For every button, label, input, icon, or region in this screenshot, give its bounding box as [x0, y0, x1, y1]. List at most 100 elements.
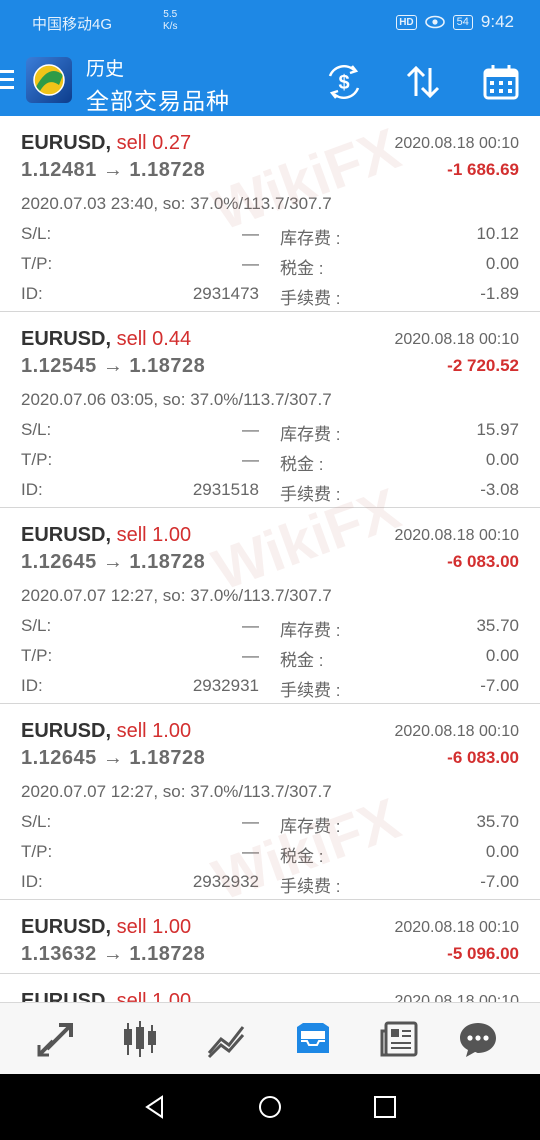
sl-label: S/L:: [21, 224, 52, 243]
swap-label: 库存费 :: [280, 229, 341, 248]
commission-label: 手续费 :: [280, 485, 341, 504]
trade-side: sell 0.44: [116, 328, 192, 350]
commission-value: -1.89: [480, 284, 519, 303]
trade-profit: -6 083.00: [447, 552, 519, 571]
hd-badge: HD: [396, 14, 417, 30]
tp-label: T/P:: [21, 254, 53, 273]
menu-icon[interactable]: [0, 70, 14, 94]
trade-item[interactable]: EURUSD, sell 1.00 1.12645 → 1.18728 2020…: [0, 704, 540, 900]
home-icon[interactable]: [257, 1094, 283, 1120]
trade-side: sell 1.00: [116, 916, 192, 938]
swap-value: 10.12: [476, 224, 519, 243]
trade-close-time: 2020.08.18 00:10: [394, 135, 519, 152]
sl-label: S/L:: [21, 616, 52, 635]
tax-label: 税金 :: [280, 455, 324, 474]
trade-symbol: EURUSD,: [21, 132, 112, 154]
trade-symbol: EURUSD,: [21, 720, 112, 742]
commission-value: -3.08: [480, 480, 519, 499]
swap-label: 库存费 :: [280, 817, 341, 836]
tp-label: T/P:: [21, 646, 53, 665]
commission-value: -7.00: [480, 676, 519, 695]
trade-item[interactable]: EURUSD, sell 1.00 1.12645 → 1.18728 2020…: [0, 508, 540, 704]
tax-label: 税金 :: [280, 259, 324, 278]
id-value: 2932931: [192, 676, 259, 695]
trade-row-tp: T/P: — 税金 : 0.00: [21, 646, 519, 670]
status-icons: HD 54 9:42: [396, 12, 514, 32]
trade-prices: 1.13632 → 1.18728: [21, 943, 206, 965]
trade-prices: 1.12645 → 1.18728: [21, 551, 206, 573]
calendar-icon[interactable]: [481, 62, 521, 102]
commission-value: -7.00: [480, 872, 519, 891]
sort-icon[interactable]: [403, 62, 443, 102]
bottom-navigation: [0, 1002, 540, 1075]
id-value: 2931518: [192, 480, 259, 499]
net-speed-value: 5.5: [163, 9, 178, 20]
chat-icon[interactable]: [458, 1019, 498, 1059]
trade-item[interactable]: EURUSD, sell 1.00 1.13632 → 1.18728 2020…: [0, 900, 540, 974]
sl-value: —: [242, 616, 259, 635]
trade-prices: 1.12545 → 1.18728: [21, 355, 206, 377]
swap-value: 35.70: [476, 616, 519, 635]
trade-symbol-line: EURUSD, sell 1.00: [21, 720, 191, 743]
trade-open-info: 2020.07.03 23:40, so: 37.0%/113.7/307.7: [21, 194, 332, 213]
trade-side: sell 0.27: [116, 132, 192, 154]
trade-history-list[interactable]: EURUSD, sell 0.27 1.12481 → 1.18728 2020…: [0, 116, 540, 1002]
swap-label: 库存费 :: [280, 621, 341, 640]
trade-prices: 1.12645 → 1.18728: [21, 747, 206, 769]
trade-row-tp: T/P: — 税金 : 0.00: [21, 450, 519, 474]
id-label: ID:: [21, 284, 43, 303]
trade-icon[interactable]: [35, 1019, 75, 1059]
net-speed-unit: K/s: [163, 21, 178, 32]
trade-prices: 1.12481 → 1.18728: [21, 159, 206, 181]
tax-value: 0.00: [485, 450, 519, 469]
trade-symbol-line: EURUSD, sell 1.00: [21, 524, 191, 547]
eye-icon: [424, 15, 445, 29]
currency-exchange-icon[interactable]: $: [324, 62, 364, 102]
symbol-filter[interactable]: 全部交易品种: [86, 82, 230, 116]
id-label: ID:: [21, 480, 43, 499]
trade-open-info: 2020.07.06 03:05, so: 37.0%/113.7/307.7: [21, 390, 332, 409]
chart-icon[interactable]: [207, 1019, 247, 1059]
trade-symbol: EURUSD,: [21, 524, 112, 546]
svg-text:$: $: [338, 72, 349, 94]
carrier-label: 中国移动4G: [32, 16, 113, 33]
sl-value: —: [242, 224, 259, 243]
trade-item[interactable]: EURUSD, sell 1.00 2020.08.18 00:10: [0, 974, 540, 1002]
sl-value: —: [242, 420, 259, 439]
app-bar: 历史 全部交易品种 $: [0, 46, 540, 116]
app-logo[interactable]: [26, 57, 72, 103]
id-value: 2932932: [192, 872, 259, 891]
recents-icon[interactable]: [372, 1094, 398, 1120]
trade-symbol: EURUSD,: [21, 990, 112, 1002]
trade-row-id: ID: 2932931 手续费 : -7.00: [21, 676, 519, 700]
news-icon[interactable]: [380, 1019, 420, 1059]
tp-value: —: [242, 646, 259, 665]
trade-item[interactable]: EURUSD, sell 0.44 1.12545 → 1.18728 2020…: [0, 312, 540, 508]
swap-label: 库存费 :: [280, 425, 341, 444]
trade-symbol-line: EURUSD, sell 0.44: [21, 328, 191, 351]
trade-open-info: 2020.07.07 12:27, so: 37.0%/113.7/307.7: [21, 782, 332, 801]
trade-symbol: EURUSD,: [21, 916, 112, 938]
trade-profit: -6 083.00: [447, 748, 519, 767]
back-icon[interactable]: [142, 1094, 168, 1120]
tax-value: 0.00: [485, 254, 519, 273]
history-icon[interactable]: [293, 1019, 333, 1059]
trade-close-time: 2020.08.18 00:10: [394, 723, 519, 740]
trade-row-id: ID: 2932932 手续费 : -7.00: [21, 872, 519, 896]
trade-row-tp: T/P: — 税金 : 0.00: [21, 254, 519, 278]
trade-close-time: 2020.08.18 00:10: [394, 919, 519, 936]
commission-label: 手续费 :: [280, 289, 341, 308]
tp-label: T/P:: [21, 450, 53, 469]
tp-label: T/P:: [21, 842, 53, 861]
clock: 9:42: [480, 12, 514, 31]
status-bar: 中国移动4G 5.5 K/s HD 54 9:42: [0, 0, 540, 46]
commission-label: 手续费 :: [280, 877, 341, 896]
sl-label: S/L:: [21, 420, 52, 439]
trade-item[interactable]: EURUSD, sell 0.27 1.12481 → 1.18728 2020…: [0, 116, 540, 312]
trade-row-id: ID: 2931473 手续费 : -1.89: [21, 284, 519, 308]
tax-value: 0.00: [485, 646, 519, 665]
trade-profit: -1 686.69: [447, 160, 519, 179]
id-label: ID:: [21, 676, 43, 695]
system-navigation-bar: [0, 1074, 540, 1140]
quotes-icon[interactable]: [120, 1019, 160, 1059]
